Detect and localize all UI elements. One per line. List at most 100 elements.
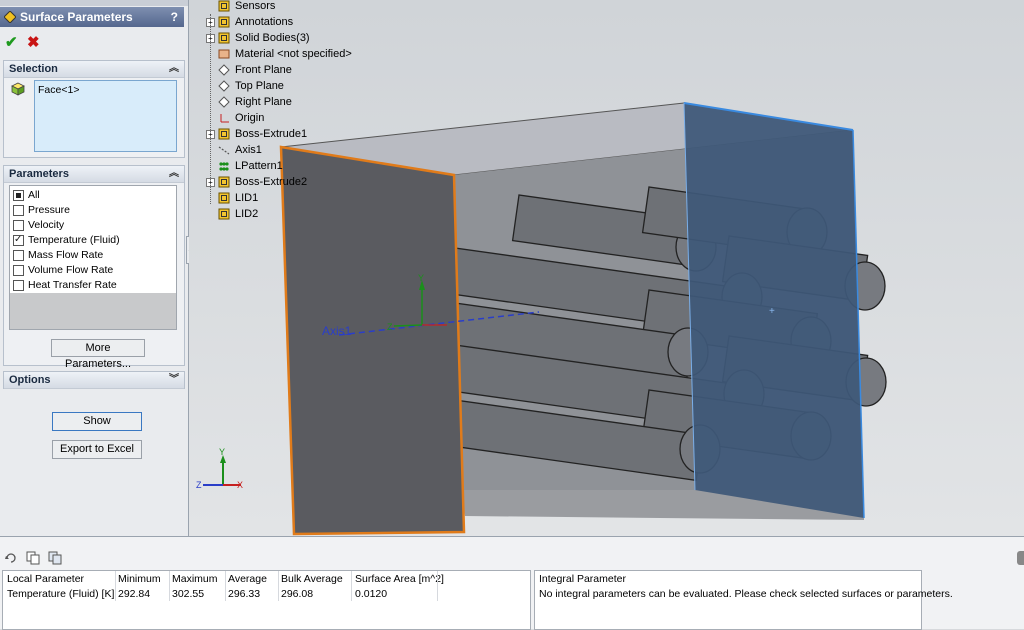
table-cell: 302.55	[172, 588, 205, 600]
feature-tree: Sensors + Annotations + Solid Bodies(3) Mater…	[206, 0, 406, 228]
selection-group: Selection ︽ Face<1>	[3, 60, 185, 158]
panel-title-bar: Surface Parameters ?	[0, 7, 184, 27]
tree-item-label: Right Plane	[235, 96, 292, 108]
svg-text:Z: Z	[196, 480, 202, 490]
parameter-label: Pressure	[28, 204, 71, 216]
tree-guide-line	[210, 14, 212, 204]
copy-icon[interactable]	[26, 551, 40, 565]
parameter-label: Temperature (Fluid)	[28, 234, 120, 246]
column-divider	[278, 571, 279, 601]
top-tabs-strip	[0, 0, 188, 6]
copy-all-icon[interactable]	[48, 551, 62, 565]
plane-icon	[218, 64, 230, 76]
svg-text:Z: Z	[387, 322, 393, 332]
integral-parameters-table: Integral Parameter No integral parameter…	[534, 570, 953, 630]
parameter-checkbox[interactable]	[13, 280, 24, 291]
extrude-icon	[218, 176, 230, 188]
column-header[interactable]: Bulk Average	[281, 572, 343, 587]
more-parameters-button[interactable]: More Parameters...	[51, 339, 145, 370]
column-header[interactable]: Average	[228, 572, 267, 587]
export-to-excel-button[interactable]: Export to Excel	[52, 440, 142, 459]
list-empty-area	[10, 293, 176, 329]
expand-icon[interactable]: ︾	[169, 372, 179, 388]
parameter-label: All	[28, 189, 40, 201]
annotation-icon	[218, 16, 230, 28]
selection-item[interactable]: Face<1>	[38, 84, 79, 96]
parameter-checkbox[interactable]	[13, 265, 24, 276]
solid-bodies-icon	[218, 32, 230, 44]
table-cell: 296.33	[228, 588, 261, 600]
tree-item-label: Boss-Extrude1	[235, 128, 308, 140]
integral-message: No integral parameters can be evaluated.…	[539, 588, 953, 600]
selection-list[interactable]: Face<1>	[34, 80, 177, 152]
lid-icon	[218, 208, 230, 220]
surface-params-icon	[4, 11, 16, 23]
face-selection-icon	[11, 82, 25, 96]
plane-icon	[218, 96, 230, 108]
parameter-label: Mass Flow Rate	[28, 249, 104, 261]
tree-item-label: Boss-Extrude2	[235, 176, 308, 188]
column-divider	[351, 571, 352, 601]
parameter-label: Heat Transfer Rate	[28, 279, 117, 291]
table-cell: Temperature (Fluid) [K]	[7, 588, 115, 600]
panel-title: Surface Parameters	[20, 10, 133, 24]
parameter-checkbox[interactable]	[13, 232, 24, 247]
tree-item-label: Sensors	[235, 0, 276, 12]
show-button[interactable]: Show	[52, 412, 142, 431]
tree-item-label: LID2	[235, 208, 259, 220]
tree-item-label: Axis1	[235, 144, 262, 156]
collapse-icon[interactable]: ︽	[169, 166, 179, 182]
parameters-group: Parameters ︽ All Pressure Velocity Temperat…	[3, 165, 185, 370]
column-header[interactable]: Maximum	[172, 572, 218, 587]
tree-item-label: Annotations	[235, 16, 294, 28]
tree-item-label: Top Plane	[235, 80, 284, 92]
options-group: Options ︾	[3, 371, 185, 389]
parameters-list: All Pressure Velocity Temperature (Fluid) Ma…	[9, 185, 177, 330]
plane-icon	[218, 80, 230, 92]
ok-button[interactable]: ✔	[5, 33, 18, 51]
local-parameters-table: Local Parameter Minimum Maximum Average Bulk…	[2, 570, 531, 630]
parameter-checkbox[interactable]	[13, 220, 24, 231]
column-header[interactable]: Surface Area [m^2]	[355, 572, 444, 587]
column-divider	[437, 571, 438, 601]
parameter-checkbox[interactable]	[13, 250, 24, 261]
svg-text:Y: Y	[219, 447, 225, 457]
table-cell: 0.0120	[355, 588, 388, 600]
tree-item-label: LPattern1	[235, 160, 283, 172]
parameter-checkbox[interactable]	[13, 190, 24, 201]
axis-icon	[218, 146, 230, 155]
column-header[interactable]: Local Parameter	[7, 572, 84, 587]
extrude-icon	[218, 128, 230, 140]
tree-item-label: Material <not specified>	[235, 48, 352, 60]
tree-item-label: LID1	[235, 192, 259, 204]
panel-edge-handle[interactable]	[1017, 551, 1024, 565]
orientation-triad-icon: Y Z X	[196, 447, 243, 490]
lid-icon	[218, 192, 230, 204]
svg-text:Y: Y	[418, 273, 424, 283]
tree-item-label: Solid Bodies(3)	[235, 32, 310, 44]
cancel-button[interactable]: ✖	[27, 33, 40, 51]
parameter-label: Volume Flow Rate	[28, 264, 114, 276]
parameters-header[interactable]: Parameters ︽	[4, 166, 184, 183]
selection-header[interactable]: Selection ︽	[4, 61, 184, 78]
parameter-checkbox[interactable]	[13, 205, 24, 216]
material-icon	[218, 49, 230, 59]
column-divider	[115, 571, 116, 601]
collapse-icon[interactable]: ︽	[169, 61, 179, 77]
axis1-label: Axis1	[322, 324, 352, 338]
selection-header-label: Selection	[9, 63, 58, 75]
table-cell: 292.84	[118, 588, 151, 600]
graphics-area[interactable]: + Axis1 Y Z Y Z X Sensors + Annotations + So…	[189, 0, 1024, 536]
parameters-header-label: Parameters	[9, 168, 69, 180]
refresh-icon[interactable]	[5, 552, 17, 564]
help-icon[interactable]: ?	[171, 7, 178, 27]
pattern-icon	[219, 162, 229, 171]
sensor-icon	[218, 0, 230, 12]
column-divider	[169, 571, 170, 601]
options-header-label: Options	[9, 374, 51, 386]
origin-icon	[220, 114, 229, 123]
column-header[interactable]: Minimum	[118, 572, 161, 587]
options-header[interactable]: Options ︾	[4, 372, 184, 389]
parameter-label: Velocity	[28, 219, 65, 231]
property-manager: Surface Parameters ? ✔ ✖ Selection ︽ Fac…	[0, 0, 189, 536]
